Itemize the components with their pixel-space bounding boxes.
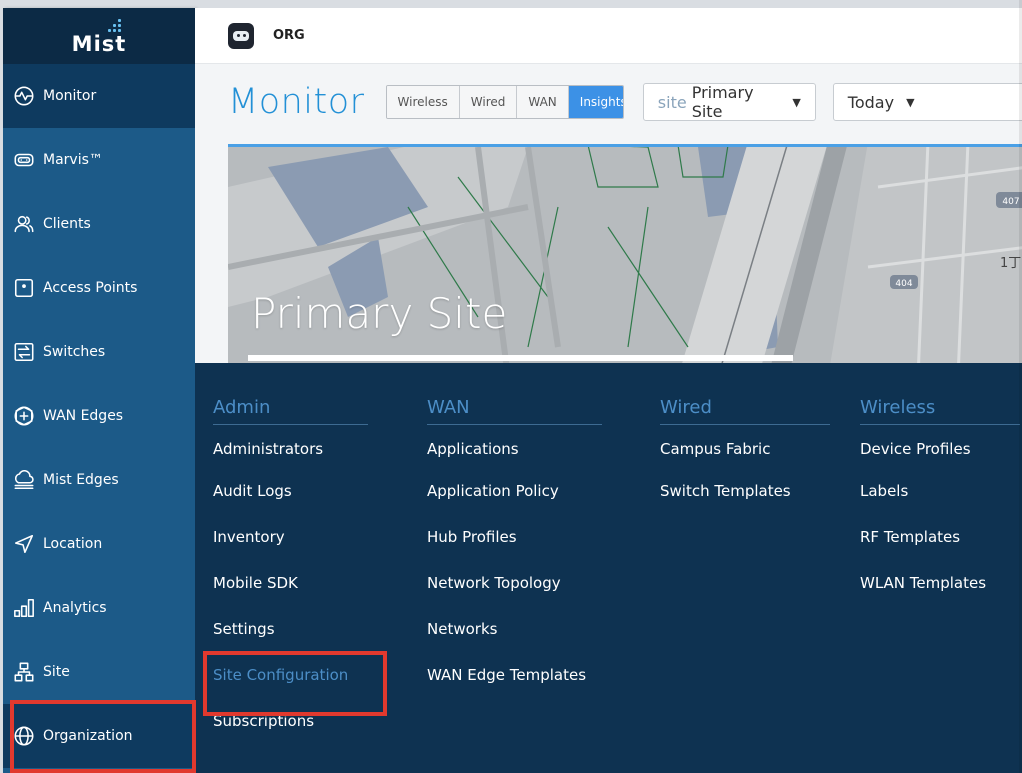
logo-dots-icon xyxy=(103,18,121,32)
sidebar-item-label: Switches xyxy=(43,344,106,360)
org-avatar-icon[interactable] xyxy=(228,22,254,49)
menu-item-switch-templates[interactable]: Switch Templates xyxy=(660,468,830,514)
tab-insights[interactable]: Insights xyxy=(568,86,623,118)
sidebar-item-wan-edges[interactable]: WAN Edges xyxy=(3,384,195,448)
menu-heading-admin: Admin xyxy=(213,397,368,425)
location-icon xyxy=(13,533,35,555)
map-stats-bar xyxy=(248,355,793,361)
menu-column-wireless: Wireless Device Profiles Labels RF Templ… xyxy=(860,397,1020,606)
sidebar-item-marvis[interactable]: Marvis™ xyxy=(3,128,195,192)
tab-wireless[interactable]: Wireless xyxy=(386,86,460,118)
chevron-down-icon: ▼ xyxy=(906,95,915,109)
menu-heading-wireless: Wireless xyxy=(860,397,1020,425)
org-name[interactable]: ORG xyxy=(273,28,305,43)
sidebar-item-location[interactable]: Location xyxy=(3,512,195,576)
sidebar-item-analytics[interactable]: Analytics xyxy=(3,576,195,640)
sidebar-item-label: Monitor xyxy=(43,88,97,104)
highlight-box-site-configuration xyxy=(203,651,387,716)
menu-item-hub-profiles[interactable]: Hub Profiles xyxy=(427,514,602,560)
sidebar-item-label: Analytics xyxy=(43,600,107,616)
page-title: Monitor xyxy=(228,82,365,122)
mist-edge-icon xyxy=(13,469,35,491)
sidebar-item-label: Clients xyxy=(43,216,91,232)
sidebar-item-switches[interactable]: Switches xyxy=(3,320,195,384)
sidebar-item-monitor[interactable]: Monitor xyxy=(3,64,195,128)
tab-wan[interactable]: WAN xyxy=(517,86,569,118)
title-row: Monitor Wireless Wired WAN Insights site… xyxy=(228,82,1022,122)
menu-item-campus-fabric[interactable]: Campus Fabric xyxy=(660,430,830,468)
clients-icon xyxy=(13,213,35,235)
date-selector-value: Today xyxy=(847,92,895,112)
sidebar-item-label: Site xyxy=(43,664,70,680)
marvis-icon xyxy=(13,149,35,171)
menu-item-applications[interactable]: Applications xyxy=(427,430,602,468)
sidebar: Mist Monitor Marvis™ Clients Access Poin… xyxy=(3,8,195,773)
menu-heading-wired: Wired xyxy=(660,397,830,425)
menu-item-audit-logs[interactable]: Audit Logs xyxy=(213,468,368,514)
sidebar-nav: Monitor Marvis™ Clients Access Points Sw… xyxy=(3,64,195,768)
menu-item-settings[interactable]: Settings xyxy=(213,606,368,652)
menu-column-wired: Wired Campus Fabric Switch Templates xyxy=(660,397,830,514)
map-background: 407 404 1丁 xyxy=(228,147,1022,377)
menu-item-wan-edge-templates[interactable]: WAN Edge Templates xyxy=(427,652,602,698)
menu-heading-wan: WAN xyxy=(427,397,602,425)
map-site-title: Primary Site xyxy=(251,289,508,338)
menu-item-network-topology[interactable]: Network Topology xyxy=(427,560,602,606)
analytics-icon xyxy=(13,597,35,619)
menu-item-labels[interactable]: Labels xyxy=(860,468,1020,514)
menu-column-wan: WAN Applications Application Policy Hub … xyxy=(427,397,602,698)
menu-item-application-policy[interactable]: Application Policy xyxy=(427,468,602,514)
site-map[interactable]: 407 404 1丁 Primary Site xyxy=(228,144,1022,377)
menu-item-inventory[interactable]: Inventory xyxy=(213,514,368,560)
menu-item-device-profiles[interactable]: Device Profiles xyxy=(860,430,1020,468)
tab-wired[interactable]: Wired xyxy=(459,86,518,118)
menu-item-administrators[interactable]: Administrators xyxy=(213,430,368,468)
menu-item-networks[interactable]: Networks xyxy=(427,606,602,652)
menu-item-mobile-sdk[interactable]: Mobile SDK xyxy=(213,560,368,606)
date-selector[interactable]: Today ▼ xyxy=(832,83,1022,121)
sidebar-item-label: Location xyxy=(43,536,103,552)
access-point-icon xyxy=(13,277,35,299)
monitor-icon xyxy=(13,85,35,107)
sidebar-item-access-points[interactable]: Access Points xyxy=(3,256,195,320)
site-selector-prefix: site xyxy=(657,92,687,112)
top-bar: ORG xyxy=(195,8,1022,64)
sidebar-item-clients[interactable]: Clients xyxy=(3,192,195,256)
sidebar-item-label: Marvis™ xyxy=(43,152,103,168)
site-selector-value: Primary Site xyxy=(691,83,754,121)
sidebar-item-label: Mist Edges xyxy=(43,472,119,488)
site-selector[interactable]: site Primary Site ▼ xyxy=(642,83,816,121)
sidebar-item-label: Access Points xyxy=(43,280,138,296)
app-window: Mist Monitor Marvis™ Clients Access Poin… xyxy=(0,0,1022,773)
site-icon xyxy=(13,661,35,683)
switch-icon xyxy=(13,341,35,363)
map-shield-label: 407 xyxy=(1002,197,1019,207)
highlight-box-organization xyxy=(10,700,196,773)
sidebar-item-mist-edges[interactable]: Mist Edges xyxy=(3,448,195,512)
chevron-down-icon: ▼ xyxy=(792,95,801,109)
menu-item-wlan-templates[interactable]: WLAN Templates xyxy=(860,560,1020,606)
sidebar-item-site[interactable]: Site xyxy=(3,640,195,704)
menu-item-rf-templates[interactable]: RF Templates xyxy=(860,514,1020,560)
logo-text: Mist xyxy=(71,31,127,56)
view-tabs: Wireless Wired WAN Insights xyxy=(385,85,624,119)
mist-logo[interactable]: Mist xyxy=(3,8,195,64)
map-road-label: 404 xyxy=(895,279,912,289)
wan-edge-icon xyxy=(13,405,35,427)
sidebar-item-label: WAN Edges xyxy=(43,408,124,424)
